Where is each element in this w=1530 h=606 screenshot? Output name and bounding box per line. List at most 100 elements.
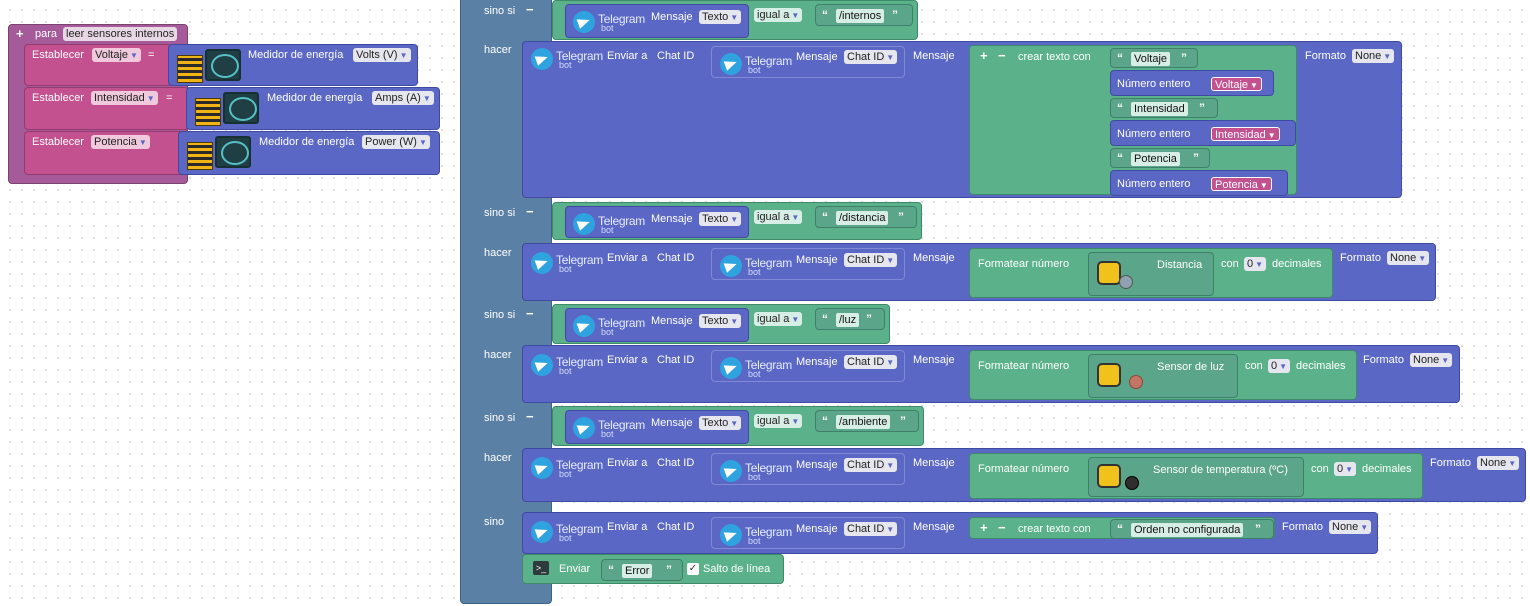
formato-dropdown[interactable]: None ▼: [1329, 520, 1372, 534]
tg-message-block[interactable]: Telegram bot Mensaje Texto ▼: [565, 410, 749, 444]
chevron-down-icon: ▼: [130, 51, 138, 60]
cond-ambiente-block[interactable]: Telegram bot Mensaje Texto ▼ igual a ▼ “ /a…: [552, 406, 924, 446]
text-literal-block[interactable]: “ Voltaje ”: [1110, 48, 1198, 68]
meter-amps-block[interactable]: Medidor de energía Amps (A) ▼: [186, 87, 440, 130]
set-voltaje-block[interactable]: Establecer Voltaje ▼ =: [24, 44, 172, 86]
procedure-name-field[interactable]: leer sensores internos: [63, 27, 178, 41]
unit-volts-dropdown[interactable]: Volts (V) ▼: [353, 48, 411, 62]
compare-dropdown[interactable]: igual a ▼: [754, 8, 803, 22]
chatid-dropdown[interactable]: Chat ID ▼: [844, 253, 898, 267]
text-literal-block[interactable]: “ Potencia ”: [1110, 148, 1210, 168]
text-literal-block[interactable]: “ Intensidad ”: [1110, 98, 1218, 118]
unit-amps-dropdown[interactable]: Amps (A) ▼: [372, 91, 434, 105]
create-text-block[interactable]: + − crear texto con “ Orden no configura…: [969, 517, 1275, 539]
cond-luz-block[interactable]: Telegram bot Mensaje Texto ▼ igual a ▼ “ /l…: [552, 304, 890, 344]
text-literal-block[interactable]: “ Error ”: [601, 559, 683, 581]
send-internos-block[interactable]: Telegram bot Enviar a Chat ID Telegram bot…: [522, 41, 1402, 198]
set-potencia-block[interactable]: Establecer Potencia ▼: [24, 131, 184, 175]
serial-text[interactable]: Error: [622, 564, 653, 578]
text-literal-block[interactable]: “ /internos ”: [815, 4, 913, 26]
chatid-dropdown[interactable]: Chat ID ▼: [844, 50, 898, 64]
text-literal-block[interactable]: “ /ambiente ”: [815, 410, 919, 432]
decimals-dropdown[interactable]: 0 ▼: [1244, 257, 1267, 271]
compare-dropdown[interactable]: igual a ▼: [754, 414, 803, 428]
send-distancia-block[interactable]: Telegram bot Enviar a Chat ID Telegram bot…: [522, 243, 1436, 301]
add-item-icon[interactable]: +: [980, 49, 988, 63]
format-number-block[interactable]: Formatear número Sensor de temperatura (…: [969, 453, 1423, 499]
chatid-dropdown[interactable]: Chat ID ▼: [844, 522, 898, 536]
remove-branch-icon[interactable]: −: [526, 205, 534, 219]
tg-message-block[interactable]: Telegram bot Mensaje Texto ▼: [565, 308, 749, 342]
literal-potencia[interactable]: Potencia: [1131, 152, 1180, 166]
cond-internos-text[interactable]: /internos: [836, 9, 885, 23]
tg-message-block[interactable]: Telegram bot Mensaje Texto ▼: [565, 206, 749, 238]
formato-dropdown[interactable]: None ▼: [1410, 353, 1453, 367]
else-msg-text[interactable]: Orden no configurada: [1131, 523, 1244, 537]
cond-luz-text[interactable]: /luz: [836, 313, 860, 327]
decimals-dropdown[interactable]: 0 ▼: [1268, 359, 1291, 373]
unit-power-dropdown[interactable]: Power (W) ▼: [362, 135, 430, 149]
chatid-dropdown[interactable]: Chat ID ▼: [844, 458, 898, 472]
texto-dropdown[interactable]: Texto ▼: [699, 314, 742, 328]
chatid-dropdown-text: Chat ID: [847, 51, 885, 63]
sensor-temp-block[interactable]: Sensor de temperatura (ºC): [1088, 457, 1304, 497]
tg-chatid-block[interactable]: Telegram bot Mensaje Chat ID ▼: [711, 46, 905, 78]
set-intensidad-block[interactable]: Establecer Intensidad ▼ =: [24, 87, 189, 130]
int-voltaje-block[interactable]: Número entero Voltaje ▼: [1110, 70, 1274, 96]
elseif-label: sino si: [484, 5, 516, 17]
send-luz-block[interactable]: Telegram bot Enviar a Chat ID Telegram bot…: [522, 345, 1460, 403]
compare-dropdown[interactable]: igual a ▼: [754, 312, 803, 326]
remove-branch-icon[interactable]: −: [526, 410, 534, 424]
decimals-dropdown[interactable]: 0 ▼: [1334, 462, 1357, 476]
remove-item-icon[interactable]: −: [998, 49, 1006, 63]
tg-message-block[interactable]: Telegram bot Mensaje Texto ▼: [565, 4, 749, 38]
texto-dropdown[interactable]: Texto ▼: [699, 212, 742, 226]
send-else-block[interactable]: Telegram bot Enviar a Chat ID Telegram bot…: [522, 512, 1378, 554]
newline-checkbox[interactable]: ✓: [687, 563, 699, 575]
compare-dropdown[interactable]: igual a ▼: [754, 210, 803, 224]
literal-intensidad[interactable]: Intensidad: [1131, 102, 1188, 116]
int-potencia-block[interactable]: Número entero Potencia ▼: [1110, 170, 1288, 196]
var-potencia-dropdown[interactable]: Potencia ▼: [91, 135, 150, 149]
cond-distancia-block[interactable]: Telegram bot Mensaje Texto ▼ igual a ▼ “ /d…: [552, 202, 922, 240]
format-number-block[interactable]: Formatear número Distancia con 0 ▼ decima…: [969, 248, 1333, 298]
serial-print-block[interactable]: >_ Enviar “ Error ” ✓ Salto de línea: [522, 554, 784, 584]
var-voltaje-dropdown[interactable]: Voltaje ▼: [92, 48, 141, 62]
procedure-plus-icon[interactable]: +: [16, 27, 24, 41]
create-text-block[interactable]: + − crear texto con “ Voltaje ” Número e…: [969, 45, 1297, 196]
meter-volts-block[interactable]: Medidor de energía Volts (V) ▼: [168, 44, 418, 86]
remove-branch-icon[interactable]: −: [526, 307, 534, 321]
cond-ambiente-text[interactable]: /ambiente: [836, 415, 891, 429]
meter-power-block[interactable]: Medidor de energía Power (W) ▼: [178, 131, 440, 175]
formato-dropdown[interactable]: None ▼: [1477, 456, 1520, 470]
sensor-luz-block[interactable]: Sensor de luz: [1088, 354, 1238, 398]
var-intensidad-get[interactable]: Intensidad ▼: [1211, 127, 1280, 141]
cond-distancia-text[interactable]: /distancia: [836, 211, 889, 225]
tg-chatid-block[interactable]: Telegram bot Mensaje Chat ID ▼: [711, 453, 905, 485]
var-voltaje-get[interactable]: Voltaje ▼: [1211, 77, 1262, 91]
send-ambiente-block[interactable]: Telegram bot Enviar a Chat ID Telegram bot…: [522, 448, 1526, 502]
formato-dropdown[interactable]: None ▼: [1387, 251, 1430, 265]
chatid-dropdown[interactable]: Chat ID ▼: [844, 355, 898, 369]
text-literal-block[interactable]: “ /luz ”: [815, 308, 885, 330]
formato-dropdown[interactable]: None ▼: [1352, 49, 1395, 63]
text-literal-block[interactable]: “ /distancia ”: [815, 206, 917, 228]
procedure-keyword: para: [35, 28, 58, 40]
format-number-block[interactable]: Formatear número Sensor de luz con 0 ▼ de…: [969, 350, 1357, 400]
tg-chatid-block[interactable]: Telegram bot Mensaje Chat ID ▼: [711, 248, 905, 280]
add-item-icon[interactable]: +: [980, 521, 988, 535]
remove-item-icon[interactable]: −: [998, 521, 1006, 535]
cond-internos-block[interactable]: Telegram bot Mensaje Texto ▼ igual a ▼ “ /i…: [552, 0, 918, 40]
texto-dropdown[interactable]: Texto ▼: [699, 416, 742, 430]
tg-chatid-block[interactable]: Telegram bot Mensaje Chat ID ▼: [711, 517, 905, 549]
var-intensidad-dropdown[interactable]: Intensidad ▼: [91, 91, 158, 105]
chatid-dropdown-text: Chat ID: [847, 254, 885, 266]
literal-voltaje[interactable]: Voltaje: [1131, 52, 1171, 66]
texto-dropdown[interactable]: Texto ▼: [699, 10, 742, 24]
remove-branch-icon[interactable]: −: [526, 3, 534, 17]
text-literal-block[interactable]: “ Orden no configurada ”: [1110, 519, 1274, 539]
sensor-distancia-block[interactable]: Distancia: [1088, 252, 1214, 296]
var-potencia-get[interactable]: Potencia ▼: [1211, 177, 1272, 191]
tg-chatid-block[interactable]: Telegram bot Mensaje Chat ID ▼: [711, 350, 905, 382]
int-intensidad-block[interactable]: Número entero Intensidad ▼: [1110, 120, 1296, 146]
